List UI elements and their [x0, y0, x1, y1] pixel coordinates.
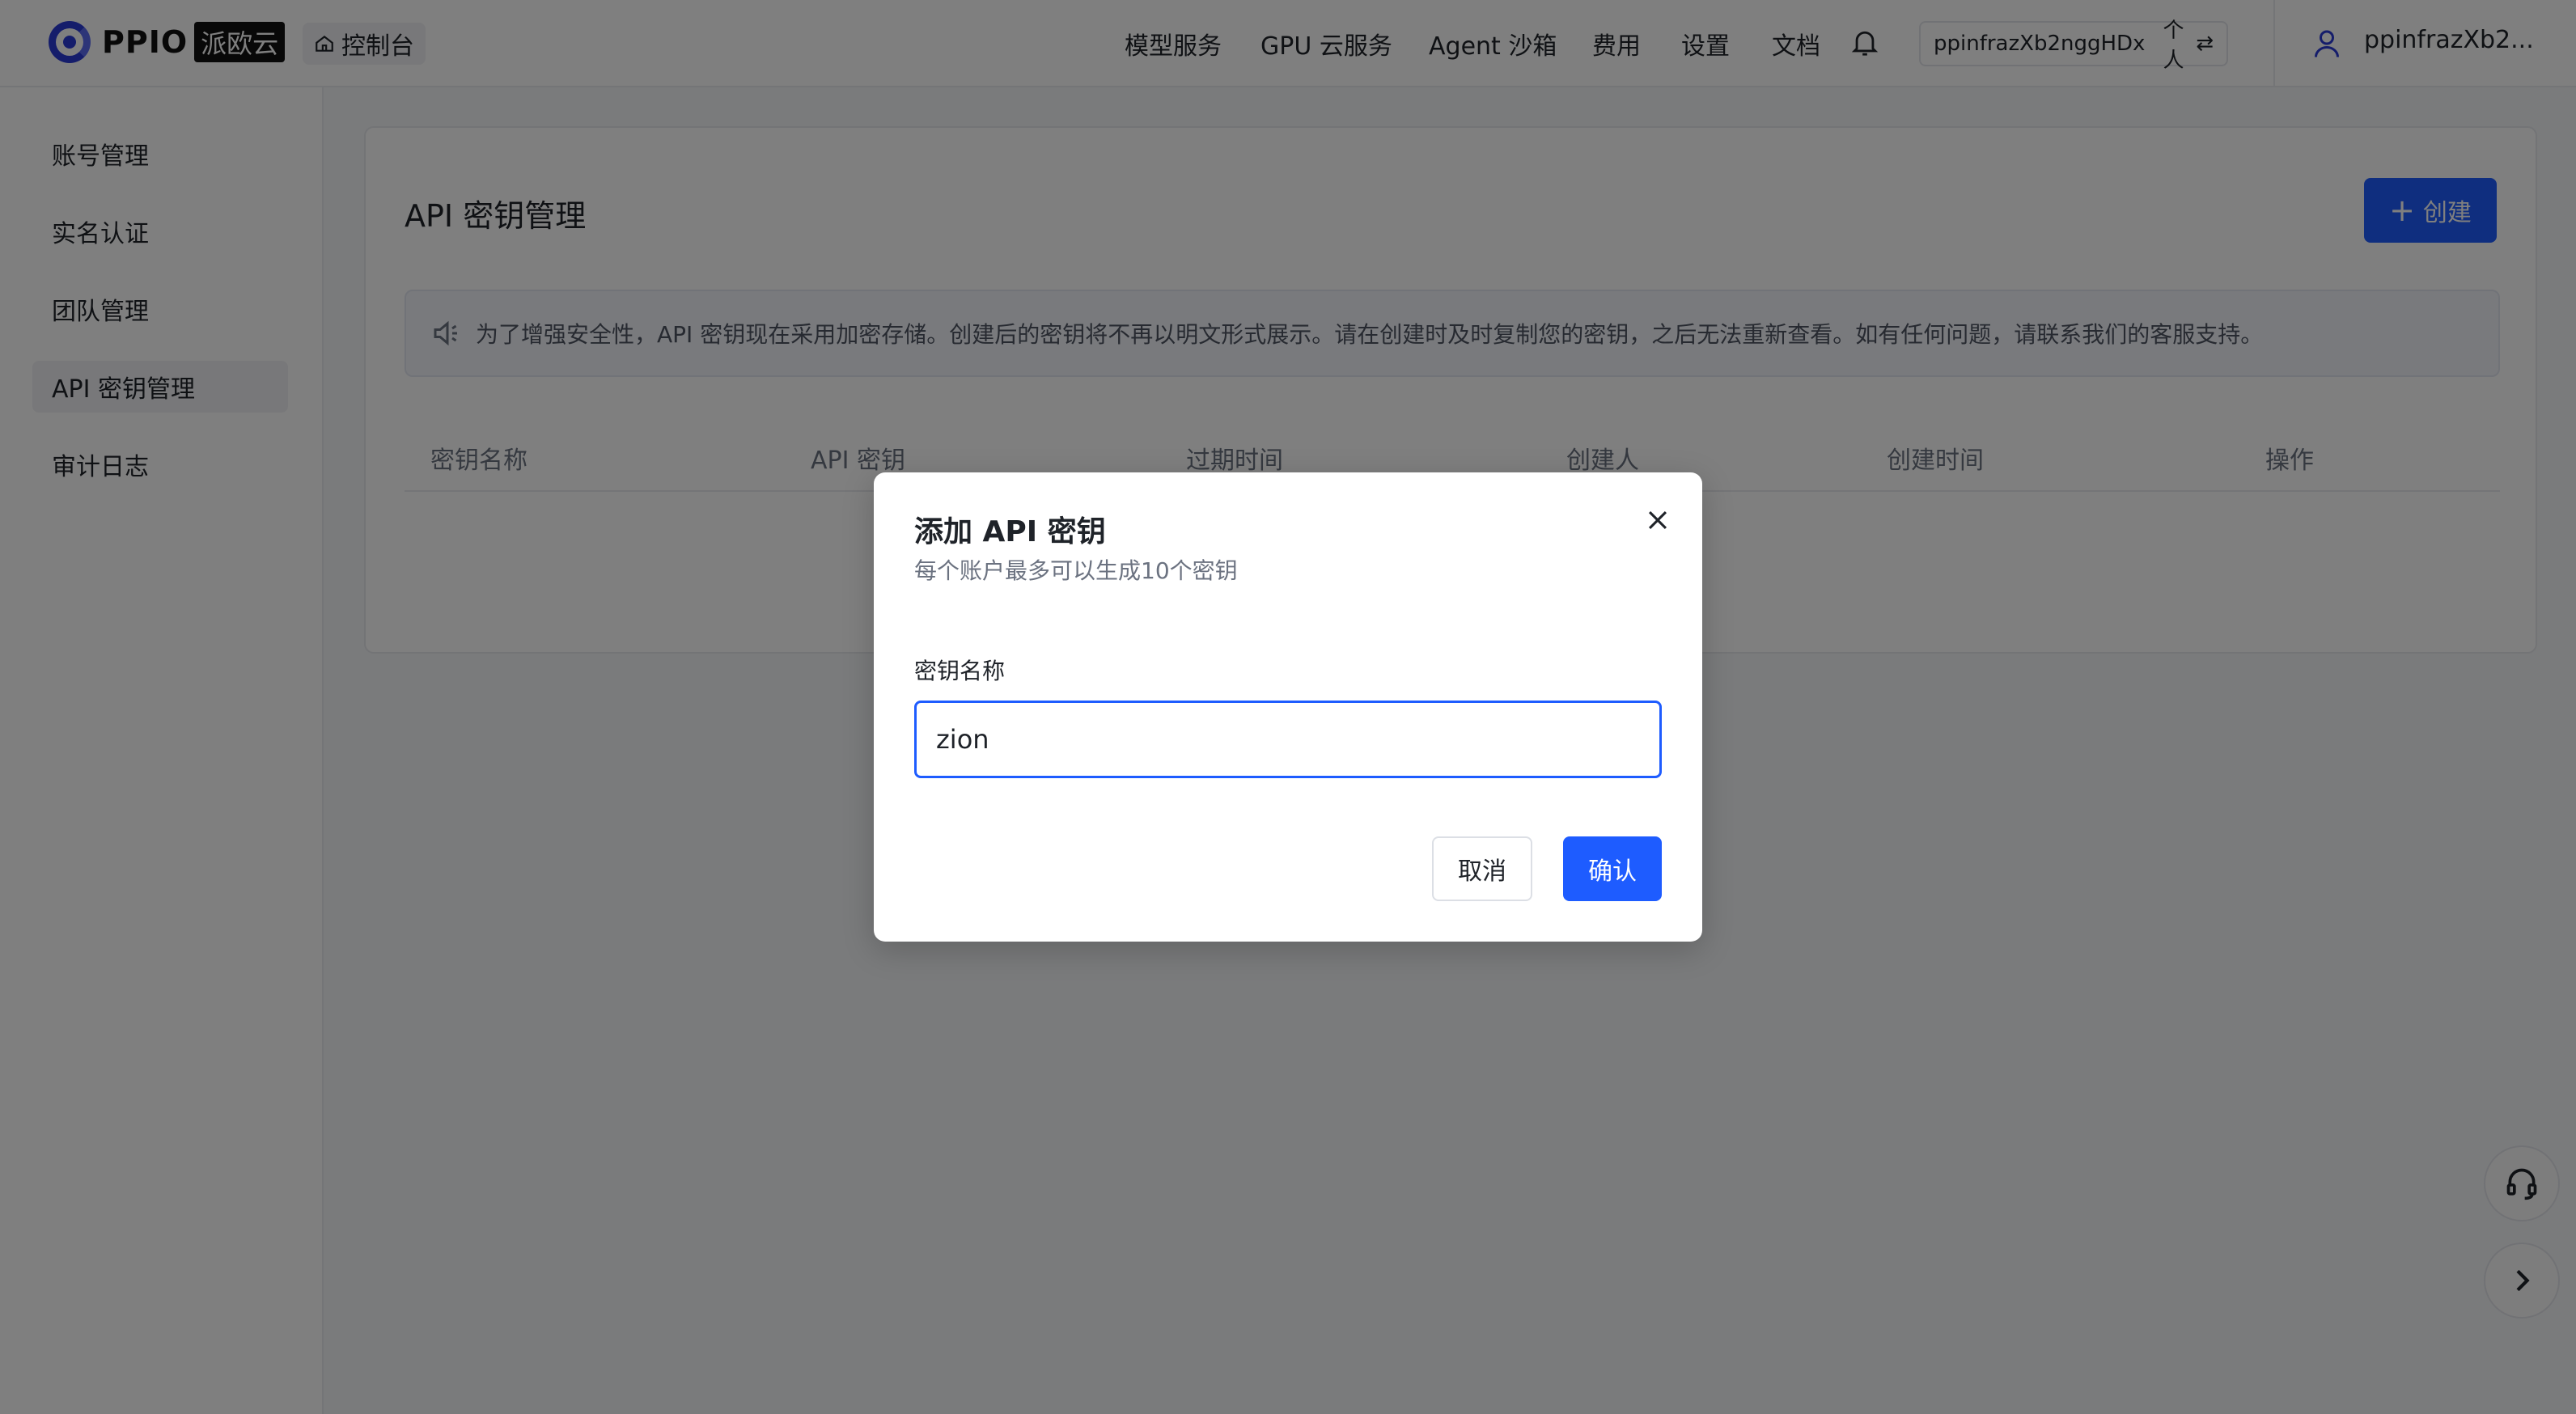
close-icon[interactable] — [1644, 506, 1671, 534]
add-api-key-dialog: 添加 API 密钥 每个账户最多可以生成10个密钥 密钥名称 取消 确认 — [874, 472, 1702, 942]
confirm-button[interactable]: 确认 — [1563, 836, 1662, 901]
dialog-subtitle: 每个账户最多可以生成10个密钥 — [914, 557, 1238, 584]
key-name-label: 密钥名称 — [914, 658, 1006, 684]
cancel-button[interactable]: 取消 — [1432, 836, 1532, 901]
key-name-input[interactable] — [914, 701, 1662, 778]
dialog-title: 添加 API 密钥 — [914, 515, 1106, 548]
